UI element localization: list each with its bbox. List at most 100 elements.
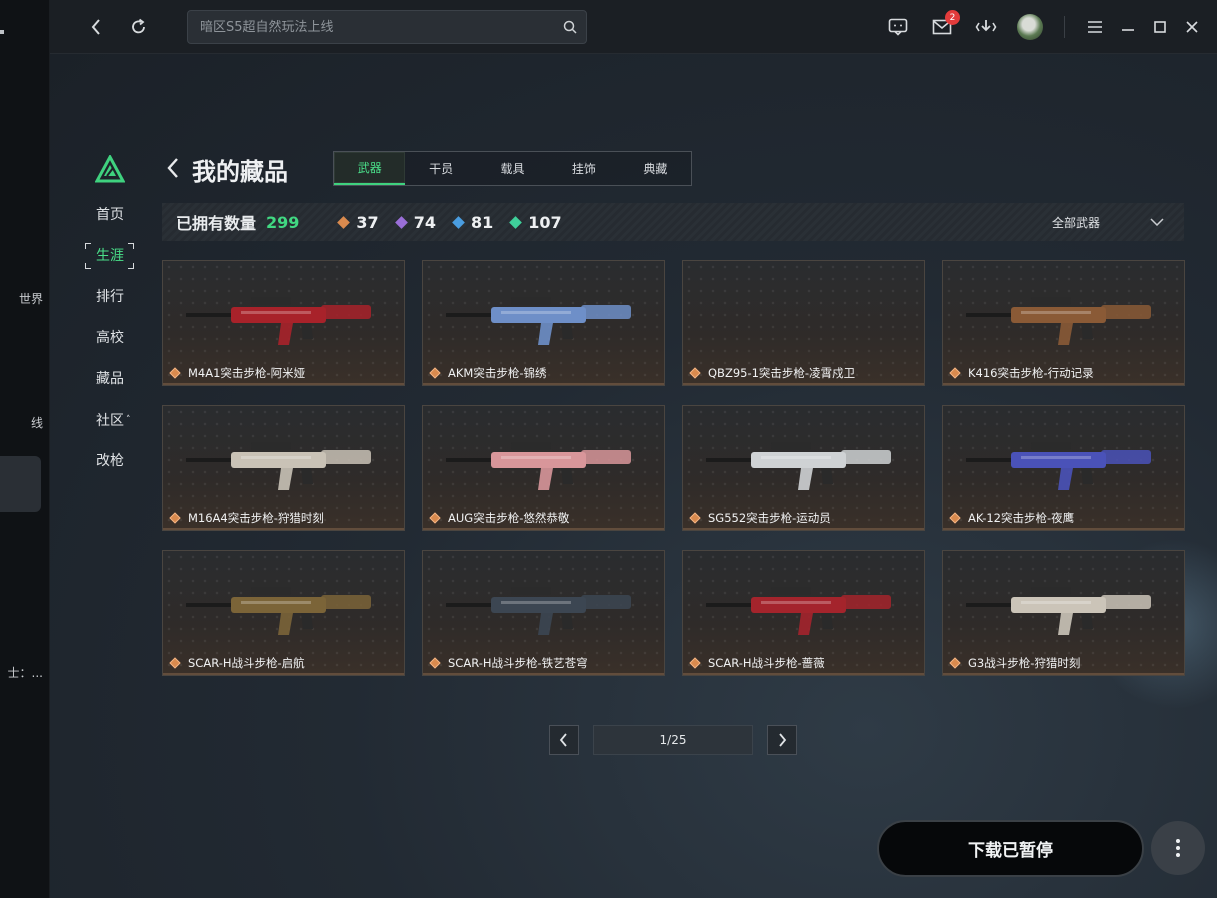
avatar[interactable] [1017, 14, 1043, 40]
collection-item-card[interactable]: AUG突击步枪-悠然恭敬 [422, 405, 665, 531]
launcher-sidebar: 世界 线 士：... [0, 0, 50, 898]
chat-icon[interactable] [887, 16, 909, 38]
weapon-image [966, 297, 1151, 345]
item-name-row: AUG突击步枪-悠然恭敬 [429, 510, 570, 526]
minimize-icon[interactable] [1118, 17, 1138, 37]
maximize-icon[interactable] [1150, 17, 1170, 37]
rarity-gem-icon [429, 367, 441, 379]
back-icon[interactable] [86, 16, 106, 38]
rarity-gem-icon [509, 215, 523, 229]
search-icon[interactable] [562, 19, 578, 35]
collection-item-card[interactable]: SCAR-H战斗步枪-铁艺苍穹 [422, 550, 665, 676]
collection-item-card[interactable]: M4A1突击步枪-阿米娅 [162, 260, 405, 386]
card-edge [943, 673, 1184, 675]
search-input[interactable] [188, 11, 586, 43]
rarity-count-value: 74 [413, 212, 436, 232]
close-icon[interactable] [1182, 17, 1202, 37]
nav-item-label: 排行 [96, 289, 124, 305]
item-name: M16A4突击步枪-狩猎时刻 [188, 511, 324, 525]
item-name: SG552突击步枪-运动员 [708, 511, 831, 525]
collection-item-card[interactable]: AK-12突击步枪-夜鹰 [942, 405, 1185, 531]
next-page-button[interactable] [767, 725, 797, 755]
divider [1064, 16, 1065, 38]
download-paused-button[interactable]: 下载已暂停 [877, 820, 1144, 877]
item-name: SCAR-H战斗步枪-蔷薇 [708, 656, 825, 670]
page-back-icon[interactable] [166, 157, 180, 183]
item-name: G3战斗步枪-狩猎时刻 [968, 656, 1081, 670]
item-name: AUG突击步枪-悠然恭敬 [448, 511, 570, 525]
rarity-gem-icon [689, 512, 701, 524]
card-edge [943, 383, 1184, 385]
item-name-row: SCAR-H战斗步枪-启航 [169, 655, 305, 671]
nav-item-community[interactable]: 社区 ˄ [84, 405, 144, 446]
item-name: QBZ95-1突击步枪-凌霄戍卫 [708, 366, 856, 380]
item-name-row: SCAR-H战斗步枪-铁艺苍穹 [429, 655, 588, 671]
rarity-count-orange: 37 [337, 213, 379, 232]
rarity-gem-icon [949, 512, 961, 524]
rarity-gem-icon [689, 657, 701, 669]
rarity-gem-icon [949, 657, 961, 669]
item-name-row: G3战斗步枪-狩猎时刻 [949, 655, 1081, 671]
weapon-image [186, 297, 371, 345]
weapon-image [966, 587, 1151, 635]
menu-icon[interactable] [1085, 17, 1105, 37]
tab-weapons[interactable]: 武器 [334, 152, 406, 185]
launcher-label[interactable]: 线 [31, 414, 43, 431]
nav-item-home[interactable]: 首页 [84, 200, 144, 241]
item-name: AK-12突击步枪-夜鹰 [968, 511, 1075, 525]
tab-collectibles[interactable]: 典藏 [620, 152, 691, 185]
rarity-gem-icon [429, 512, 441, 524]
nav-active-frame [85, 243, 134, 269]
page-title: 我的藏品 [192, 158, 288, 186]
collection-item-card[interactable]: AKM突击步枪-锦绣 [422, 260, 665, 386]
card-edge [683, 383, 924, 385]
rarity-count-purple: 74 [394, 212, 436, 232]
card-edge [163, 673, 404, 675]
launcher-label[interactable]: 士：... [8, 664, 43, 681]
weapon-image [186, 587, 371, 635]
card-edge [163, 528, 404, 530]
launcher-selected-item[interactable] [0, 456, 41, 512]
item-name-row: SG552突击步枪-运动员 [689, 510, 831, 526]
launcher-dot [0, 30, 4, 34]
card-edge [943, 528, 1184, 530]
tab-charms[interactable]: 挂饰 [548, 152, 619, 185]
nav-item-label: 藏品 [96, 371, 124, 387]
search-box[interactable] [187, 10, 587, 44]
item-name-row: SCAR-H战斗步枪-蔷薇 [689, 655, 825, 671]
collection-item-card[interactable]: SCAR-H战斗步枪-启航 [162, 550, 405, 676]
collection-item-card[interactable]: SCAR-H战斗步枪-蔷薇 [682, 550, 925, 676]
rarity-count-value: 107 [528, 212, 562, 232]
page-indicator: 1/25 [593, 725, 753, 755]
rarity-gem-icon [169, 367, 181, 379]
rarity-count-blue: 81 [452, 213, 493, 232]
launcher-label[interactable]: 世界 [19, 290, 43, 307]
collection-item-card[interactable]: SG552突击步枪-运动员 [682, 405, 925, 531]
weapon-image [706, 587, 891, 635]
more-options-button[interactable] [1151, 821, 1205, 875]
weapon-filter-dropdown[interactable]: 全部武器 [1052, 203, 1164, 241]
card-edge [423, 383, 664, 385]
download-icon[interactable] [974, 16, 998, 38]
chevron-up-icon: ˄ [126, 415, 131, 425]
item-name-row: K416突击步枪-行动记录 [949, 365, 1094, 381]
collection-item-card[interactable]: G3战斗步枪-狩猎时刻 [942, 550, 1185, 676]
mail-icon[interactable]: 2 [931, 10, 960, 38]
nav-item-gunsmith[interactable]: 改枪 [84, 446, 144, 487]
nav-item-label: 改枪 [96, 453, 124, 469]
collection-item-card[interactable]: QBZ95-1突击步枪-凌霄戍卫 [682, 260, 925, 386]
nav-item-label: 社区 [96, 413, 124, 429]
card-edge [683, 528, 924, 530]
tab-operators[interactable]: 干员 [405, 152, 476, 185]
nav-item-ranking[interactable]: 排行 [84, 282, 144, 323]
nav-item-collection[interactable]: 藏品 [84, 364, 144, 405]
nav-item-college[interactable]: 高校 [84, 323, 144, 364]
collection-item-card[interactable]: K416突击步枪-行动记录 [942, 260, 1185, 386]
tab-vehicles[interactable]: 载具 [477, 152, 548, 185]
item-name: M4A1突击步枪-阿米娅 [188, 366, 306, 380]
rarity-gem-icon [337, 215, 351, 229]
weapon-image [446, 442, 631, 490]
refresh-icon[interactable] [128, 16, 150, 38]
prev-page-button[interactable] [549, 725, 579, 755]
collection-item-card[interactable]: M16A4突击步枪-狩猎时刻 [162, 405, 405, 531]
